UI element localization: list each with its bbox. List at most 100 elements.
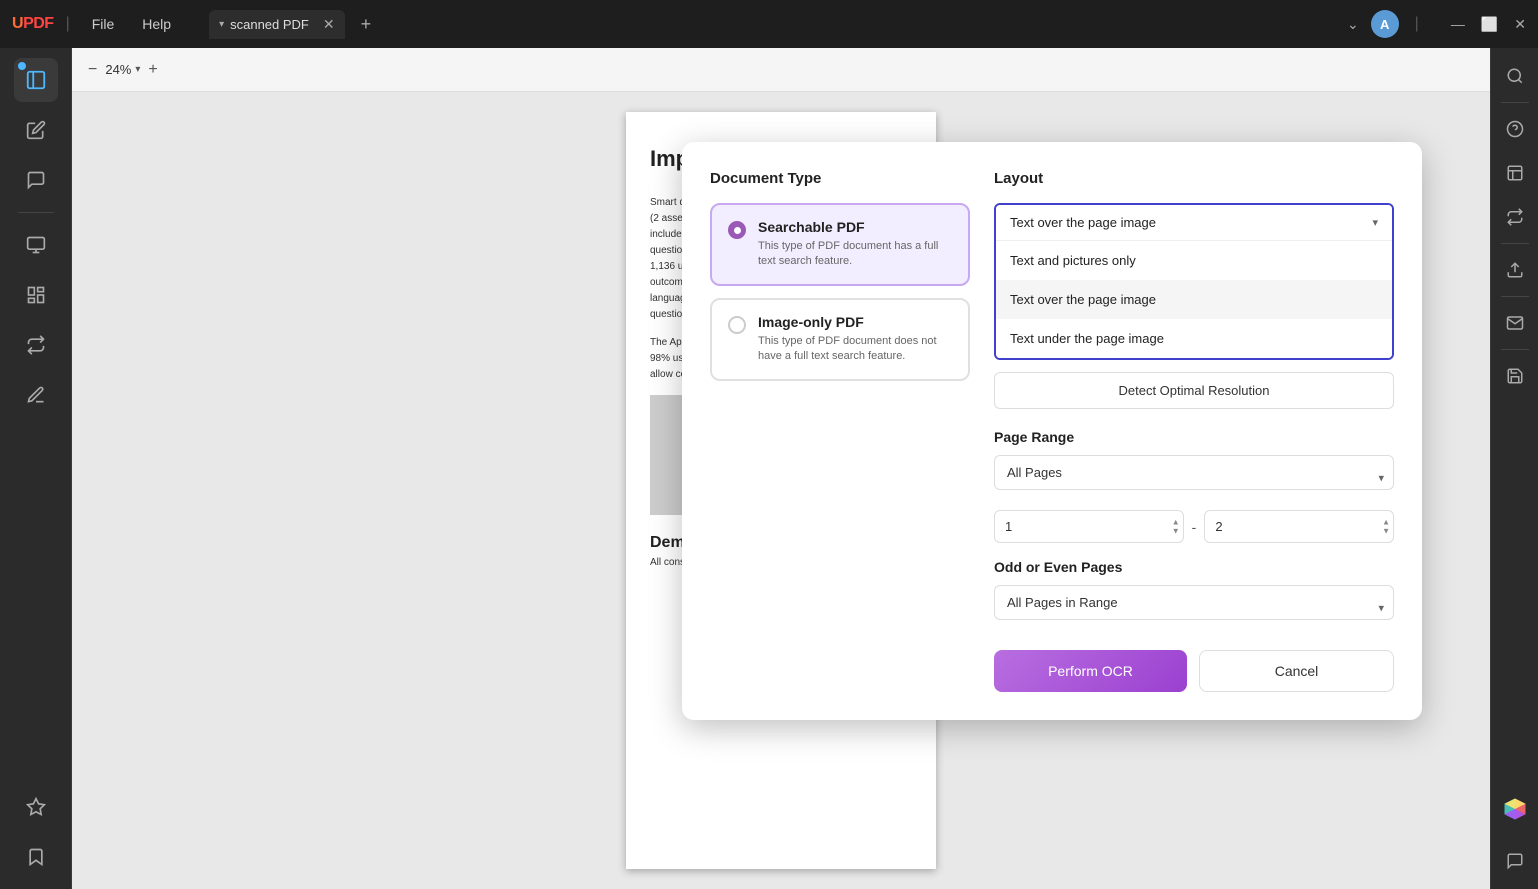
tab-dropdown-arrow[interactable]: ▾ bbox=[219, 19, 224, 30]
window-controls: — ⬜ ✕ bbox=[1451, 16, 1526, 33]
tab-close-btn[interactable]: ✕ bbox=[323, 16, 335, 33]
right-sep3 bbox=[1501, 296, 1529, 297]
image-only-pdf-content: Image-only PDF This type of PDF document… bbox=[758, 314, 952, 365]
page-range-select[interactable]: All Pages Custom Range Current Page bbox=[994, 455, 1394, 490]
doc-type-title: Document Type bbox=[710, 170, 970, 187]
new-tab-btn[interactable]: + bbox=[361, 14, 372, 35]
odd-even-title: Odd or Even Pages bbox=[994, 559, 1394, 575]
sidebar-icon-bookmark[interactable] bbox=[14, 835, 58, 879]
logo-u: U bbox=[12, 15, 23, 32]
layout-option-3[interactable]: Text under the page image bbox=[996, 319, 1392, 358]
perform-ocr-btn[interactable]: Perform OCR bbox=[994, 650, 1187, 692]
zoom-out-btn[interactable]: − bbox=[88, 61, 97, 79]
zoom-percent: 24% bbox=[105, 62, 131, 77]
minimize-btn[interactable]: — bbox=[1451, 16, 1465, 33]
zoom-value: 24% ▾ bbox=[105, 62, 140, 77]
zoom-control: − 24% ▾ + bbox=[88, 61, 158, 79]
radio-inner bbox=[734, 227, 741, 234]
toolbar: − 24% ▾ + bbox=[72, 48, 1490, 92]
right-sep2 bbox=[1501, 243, 1529, 244]
right-search-icon[interactable] bbox=[1497, 58, 1533, 94]
right-mail-icon[interactable] bbox=[1497, 305, 1533, 341]
colorful-logo-icon[interactable] bbox=[1497, 791, 1533, 827]
image-only-pdf-option[interactable]: Image-only PDF This type of PDF document… bbox=[710, 298, 970, 381]
page-range-title: Page Range bbox=[994, 429, 1394, 445]
to-down-btn[interactable]: ▼ bbox=[1382, 527, 1390, 535]
right-save-icon[interactable] bbox=[1497, 358, 1533, 394]
page-to-wrapper: ▲ ▼ bbox=[1204, 510, 1394, 543]
main-area: − 24% ▾ + Improve Smart devices and inte… bbox=[0, 48, 1538, 889]
right-convert-icon[interactable] bbox=[1497, 199, 1533, 235]
sidebar-sep1 bbox=[18, 212, 54, 213]
image-only-pdf-desc: This type of PDF document does not have … bbox=[758, 334, 952, 365]
active-dot bbox=[18, 62, 26, 70]
image-only-pdf-label: Image-only PDF bbox=[758, 314, 952, 330]
right-ocr-icon[interactable] bbox=[1497, 155, 1533, 191]
detect-btn[interactable]: Detect Optimal Resolution bbox=[994, 372, 1394, 409]
page-range-inputs: ▲ ▼ - ▲ ▼ bbox=[994, 510, 1394, 543]
expand-icon[interactable]: ⌄ bbox=[1347, 16, 1359, 33]
title-sep1: | bbox=[66, 15, 70, 33]
searchable-pdf-option[interactable]: Searchable PDF This type of PDF document… bbox=[710, 203, 970, 286]
layout-dropdown-arrow: ▾ bbox=[1372, 216, 1378, 229]
left-sidebar bbox=[0, 48, 72, 889]
to-up-btn[interactable]: ▲ bbox=[1382, 518, 1390, 526]
zoom-in-btn[interactable]: + bbox=[148, 61, 157, 79]
right-sep1 bbox=[1501, 102, 1529, 103]
cancel-btn[interactable]: Cancel bbox=[1199, 650, 1394, 692]
page-from-input[interactable] bbox=[994, 510, 1184, 543]
right-help-icon[interactable] bbox=[1497, 111, 1533, 147]
searchable-pdf-desc: This type of PDF document has a full tex… bbox=[758, 239, 952, 270]
doc-type-section: Document Type Searchable PDF This type o… bbox=[710, 170, 970, 692]
layout-option-2[interactable]: Text over the page image bbox=[996, 280, 1392, 319]
page-range-wrapper: All Pages Custom Range Current Page ▾ bbox=[994, 455, 1394, 500]
odd-even-section: Odd or Even Pages All Pages in Range Odd… bbox=[994, 559, 1394, 630]
from-down-btn[interactable]: ▼ bbox=[1172, 527, 1180, 535]
from-spinners: ▲ ▼ bbox=[1172, 518, 1180, 535]
sidebar-icon-convert[interactable] bbox=[14, 323, 58, 367]
sidebar-icon-comment[interactable] bbox=[14, 158, 58, 202]
titlebar: UPDF | File Help ▾ scanned PDF ✕ + ⌄ A |… bbox=[0, 0, 1538, 48]
sidebar-icon-sign[interactable] bbox=[14, 373, 58, 417]
searchable-radio bbox=[728, 221, 746, 239]
odd-even-wrapper: All Pages in Range Odd Pages Only Even P… bbox=[994, 585, 1394, 630]
sidebar-icon-pages[interactable] bbox=[14, 223, 58, 267]
zoom-dropdown-arrow[interactable]: ▾ bbox=[135, 64, 140, 75]
searchable-pdf-content: Searchable PDF This type of PDF document… bbox=[758, 219, 952, 270]
from-up-btn[interactable]: ▲ bbox=[1172, 518, 1180, 526]
sidebar-icon-ai[interactable] bbox=[14, 785, 58, 829]
menu-help[interactable]: Help bbox=[132, 12, 181, 36]
layout-option-1[interactable]: Text and pictures only bbox=[996, 241, 1392, 280]
maximize-btn[interactable]: ⬜ bbox=[1481, 16, 1498, 33]
content-area: − 24% ▾ + Improve Smart devices and inte… bbox=[72, 48, 1490, 889]
avatar[interactable]: A bbox=[1371, 10, 1399, 38]
menu-file[interactable]: File bbox=[82, 12, 125, 36]
layout-selected-text: Text over the page image bbox=[1010, 215, 1156, 230]
close-btn[interactable]: ✕ bbox=[1514, 16, 1526, 33]
right-sep4 bbox=[1501, 349, 1529, 350]
image-only-radio bbox=[728, 316, 746, 334]
layout-selected-row[interactable]: Text over the page image ▾ bbox=[996, 205, 1392, 241]
sidebar-icon-edit[interactable] bbox=[14, 108, 58, 152]
logo-pdf: PDF bbox=[23, 15, 54, 32]
to-spinners: ▲ ▼ bbox=[1382, 518, 1390, 535]
titlebar-right: ⌄ A | — ⬜ ✕ bbox=[1347, 10, 1526, 38]
sidebar-icon-organize[interactable] bbox=[14, 273, 58, 317]
page-from-wrapper: ▲ ▼ bbox=[994, 510, 1184, 543]
layout-title: Layout bbox=[994, 170, 1394, 187]
ocr-dialog: Document Type Searchable PDF This type o… bbox=[682, 142, 1422, 720]
right-chat-icon[interactable] bbox=[1497, 843, 1533, 879]
tab-bar: ▾ scanned PDF ✕ bbox=[209, 10, 345, 39]
odd-even-select[interactable]: All Pages in Range Odd Pages Only Even P… bbox=[994, 585, 1394, 620]
right-export-icon[interactable] bbox=[1497, 252, 1533, 288]
range-dash: - bbox=[1192, 519, 1197, 535]
page-to-input[interactable] bbox=[1204, 510, 1394, 543]
action-buttons: Perform OCR Cancel bbox=[994, 650, 1394, 692]
title-sep2: | bbox=[1415, 15, 1419, 33]
app-logo: UPDF bbox=[12, 15, 54, 33]
sidebar-icon-view[interactable] bbox=[14, 58, 58, 102]
layout-section: Layout Text over the page image ▾ Text a… bbox=[994, 170, 1394, 692]
tab-title: scanned PDF bbox=[230, 17, 309, 32]
searchable-pdf-label: Searchable PDF bbox=[758, 219, 952, 235]
layout-dropdown-open[interactable]: Text over the page image ▾ Text and pict… bbox=[994, 203, 1394, 360]
